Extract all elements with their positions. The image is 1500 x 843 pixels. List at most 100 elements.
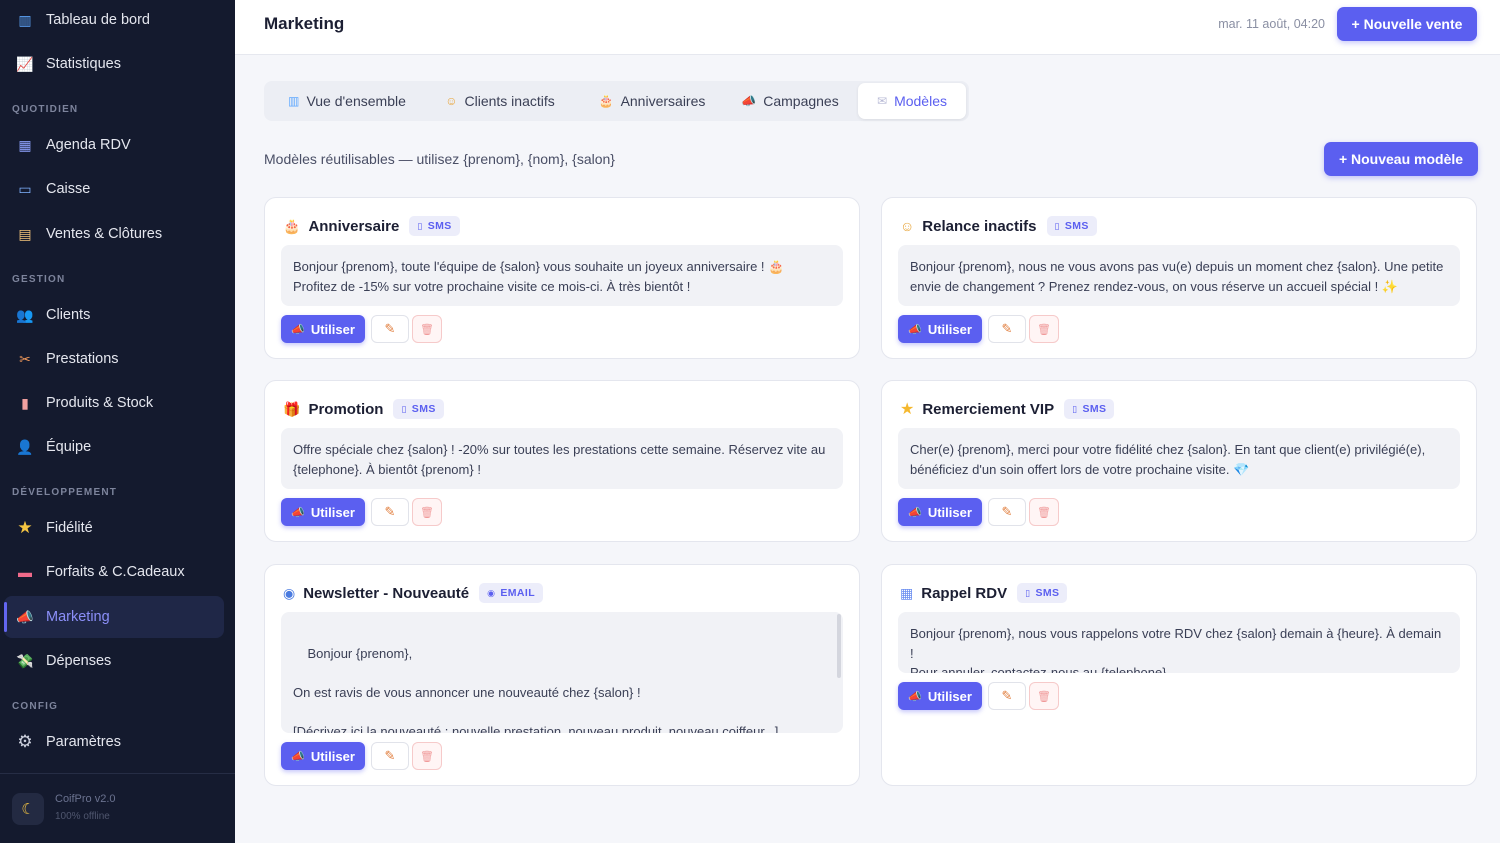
use-template-button[interactable]: 📣 Utiliser bbox=[898, 498, 982, 526]
ticket-icon: ▬ bbox=[18, 564, 32, 580]
template-name: Newsletter - Nouveauté bbox=[303, 584, 470, 602]
sidebar-item-statistiques[interactable]: 📈 Statistiques bbox=[4, 43, 224, 85]
sleepy-face-icon: ☺ bbox=[445, 94, 458, 108]
use-label: Utiliser bbox=[927, 321, 972, 337]
use-label: Utiliser bbox=[927, 688, 972, 704]
sidebar-item-label: Forfaits & C.Cadeaux bbox=[46, 564, 185, 580]
sidebar-item-marketing[interactable]: 📣 Marketing bbox=[4, 596, 224, 638]
edit-template-button[interactable]: ✎ bbox=[371, 498, 409, 526]
sidebar-item-parametres[interactable]: ⚙ Paramètres bbox=[4, 721, 224, 763]
gear-icon: ⚙ bbox=[17, 732, 33, 751]
tab-vue-ensemble[interactable]: ▥ Vue d'ensemble bbox=[272, 83, 422, 119]
template-message[interactable]: Bonjour {prenom}, On est ravis de vous a… bbox=[281, 612, 843, 733]
channel-label: SMS bbox=[427, 220, 452, 232]
megaphone-icon: 📣 bbox=[741, 94, 757, 108]
sidebar-item-produits-stock[interactable]: ▮ Produits & Stock bbox=[4, 382, 224, 424]
tab-campagnes[interactable]: 📣 Campagnes bbox=[726, 83, 854, 119]
header-date: mar. 11 août, 04:20 bbox=[1218, 17, 1325, 31]
sidebar-item-clients[interactable]: 👥 Clients bbox=[4, 294, 224, 336]
message-scrollbar[interactable] bbox=[837, 614, 841, 678]
template-message: Bonjour {prenom}, toute l'équipe de {sal… bbox=[281, 245, 843, 306]
sidebar-item-forfaits[interactable]: ▬ Forfaits & C.Cadeaux bbox=[4, 551, 224, 593]
template-actions: 📣 Utiliser ✎ 🗑 bbox=[281, 498, 442, 526]
use-label: Utiliser bbox=[927, 504, 972, 520]
channel-label: SMS bbox=[1082, 403, 1107, 415]
sidebar: ▥ Tableau de bord 📈 Statistiques QUOTIDI… bbox=[0, 0, 235, 843]
new-sale-button[interactable]: + Nouvelle vente bbox=[1337, 7, 1477, 41]
channel-label: SMS bbox=[411, 403, 436, 415]
template-actions: 📣 Utiliser ✎ 🗑 bbox=[898, 498, 1059, 526]
trend-chart-icon: 📈 bbox=[16, 55, 34, 72]
section-label-developpement: DÉVELOPPEMENT bbox=[12, 487, 118, 498]
sidebar-item-depenses[interactable]: 💸 Dépenses bbox=[4, 640, 224, 682]
template-card-rappel-rdv: ▦ Rappel RDV ▯ SMS Bonjour {prenom}, nou… bbox=[881, 564, 1477, 786]
sidebar-item-equipe[interactable]: 👤 Équipe bbox=[4, 426, 224, 468]
channel-badge: ▯ SMS bbox=[1017, 583, 1068, 603]
delete-template-button[interactable]: 🗑 bbox=[412, 742, 442, 770]
tab-anniversaires[interactable]: 🎂 Anniversaires bbox=[582, 83, 722, 119]
sidebar-item-tableau-de-bord[interactable]: ▥ Tableau de bord bbox=[4, 0, 224, 41]
chart-icon: ▥ bbox=[288, 94, 300, 108]
tab-modeles[interactable]: ✉ Modèles bbox=[858, 83, 966, 119]
use-label: Utiliser bbox=[310, 321, 355, 337]
use-label: Utiliser bbox=[310, 748, 355, 764]
tab-clients-inactifs[interactable]: ☺ Clients inactifs bbox=[430, 83, 570, 119]
megaphone-icon: 📣 bbox=[291, 323, 305, 336]
sidebar-item-agenda-rdv[interactable]: ▦ Agenda RDV bbox=[4, 124, 224, 166]
users-icon: 👥 bbox=[16, 306, 34, 323]
calendar-icon: ▦ bbox=[900, 584, 914, 601]
template-message: Bonjour {prenom}, nous ne vous avons pas… bbox=[898, 245, 1460, 306]
sidebar-item-label: Caisse bbox=[46, 181, 91, 197]
pencil-icon: ✎ bbox=[384, 748, 396, 763]
delete-template-button[interactable]: 🗑 bbox=[412, 315, 442, 343]
template-title: 🎂 Anniversaire ▯ SMS bbox=[283, 216, 460, 236]
megaphone-icon: 📣 bbox=[291, 506, 305, 519]
app-version: CoifPro v2.0 bbox=[55, 793, 116, 805]
trash-icon: 🗑 bbox=[420, 750, 434, 763]
use-template-button[interactable]: 📣 Utiliser bbox=[281, 498, 365, 526]
pencil-icon: ✎ bbox=[1001, 504, 1013, 519]
cake-icon: 🎂 bbox=[283, 217, 301, 234]
delete-template-button[interactable]: 🗑 bbox=[1029, 315, 1059, 343]
template-card-anniversaire: 🎂 Anniversaire ▯ SMS Bonjour {prenom}, t… bbox=[264, 197, 860, 359]
sidebar-item-prestations[interactable]: ✂ Prestations bbox=[4, 338, 224, 380]
email-icon: ◉ bbox=[487, 587, 496, 598]
edit-template-button[interactable]: ✎ bbox=[988, 315, 1026, 343]
section-label-config: CONFIG bbox=[12, 701, 59, 712]
sidebar-item-label: Dépenses bbox=[46, 653, 112, 669]
edit-template-button[interactable]: ✎ bbox=[371, 315, 409, 343]
use-template-button[interactable]: 📣 Utiliser bbox=[281, 742, 365, 770]
sidebar-item-caisse[interactable]: ▭ Caisse bbox=[4, 168, 224, 210]
pencil-icon: ✎ bbox=[384, 504, 396, 519]
sidebar-item-ventes-clotures[interactable]: ▤ Ventes & Clôtures bbox=[4, 213, 224, 255]
channel-badge: ▯ SMS bbox=[393, 399, 444, 419]
template-card-newsletter: ◉ Newsletter - Nouveauté ◉ EMAIL Bonjour… bbox=[264, 564, 860, 786]
bar-chart-icon: ▥ bbox=[18, 11, 32, 28]
delete-template-button[interactable]: 🗑 bbox=[412, 498, 442, 526]
theme-toggle-button[interactable]: ☾ bbox=[12, 793, 44, 825]
team-icon: 👤 bbox=[16, 438, 34, 455]
sidebar-item-label: Statistiques bbox=[46, 56, 121, 72]
cake-icon: 🎂 bbox=[598, 94, 614, 108]
template-actions: 📣 Utiliser ✎ 🗑 bbox=[281, 315, 442, 343]
edit-template-button[interactable]: ✎ bbox=[988, 682, 1026, 710]
template-message: Cher(e) {prenom}, merci pour votre fidél… bbox=[898, 428, 1460, 489]
sidebar-item-fidelite[interactable]: ★ Fidélité bbox=[4, 507, 224, 549]
page-title: Marketing bbox=[264, 14, 345, 33]
use-template-button[interactable]: 📣 Utiliser bbox=[898, 315, 982, 343]
phone-icon: ▯ bbox=[1025, 587, 1031, 598]
sidebar-item-label: Produits & Stock bbox=[46, 395, 154, 411]
template-actions: 📣 Utiliser ✎ 🗑 bbox=[898, 315, 1059, 343]
use-template-button[interactable]: 📣 Utiliser bbox=[281, 315, 365, 343]
new-template-button[interactable]: + Nouveau modèle bbox=[1324, 142, 1478, 176]
calendar-icon: ▦ bbox=[18, 136, 32, 153]
sidebar-item-label: Ventes & Clôtures bbox=[46, 226, 163, 242]
megaphone-icon: 📣 bbox=[908, 506, 922, 519]
edit-template-button[interactable]: ✎ bbox=[371, 742, 409, 770]
edit-template-button[interactable]: ✎ bbox=[988, 498, 1026, 526]
use-template-button[interactable]: 📣 Utiliser bbox=[898, 682, 982, 710]
tab-label: Anniversaires bbox=[620, 93, 706, 109]
delete-template-button[interactable]: 🗑 bbox=[1029, 682, 1059, 710]
delete-template-button[interactable]: 🗑 bbox=[1029, 498, 1059, 526]
bottle-icon: ▮ bbox=[21, 394, 29, 411]
